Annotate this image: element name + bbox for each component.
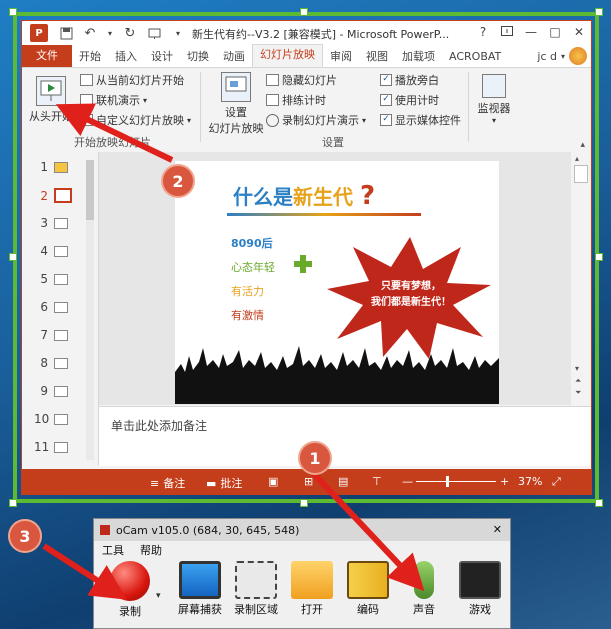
arrow-to-record (42, 543, 128, 600)
arrow-to-from-beginning (55, 103, 174, 163)
annotation-arrows (42, 103, 425, 600)
step-badge-2: 2 (161, 164, 195, 198)
arrow-to-sound (311, 471, 425, 592)
step-badge-1: 1 (298, 441, 332, 475)
step-badge-3: 3 (8, 519, 42, 553)
